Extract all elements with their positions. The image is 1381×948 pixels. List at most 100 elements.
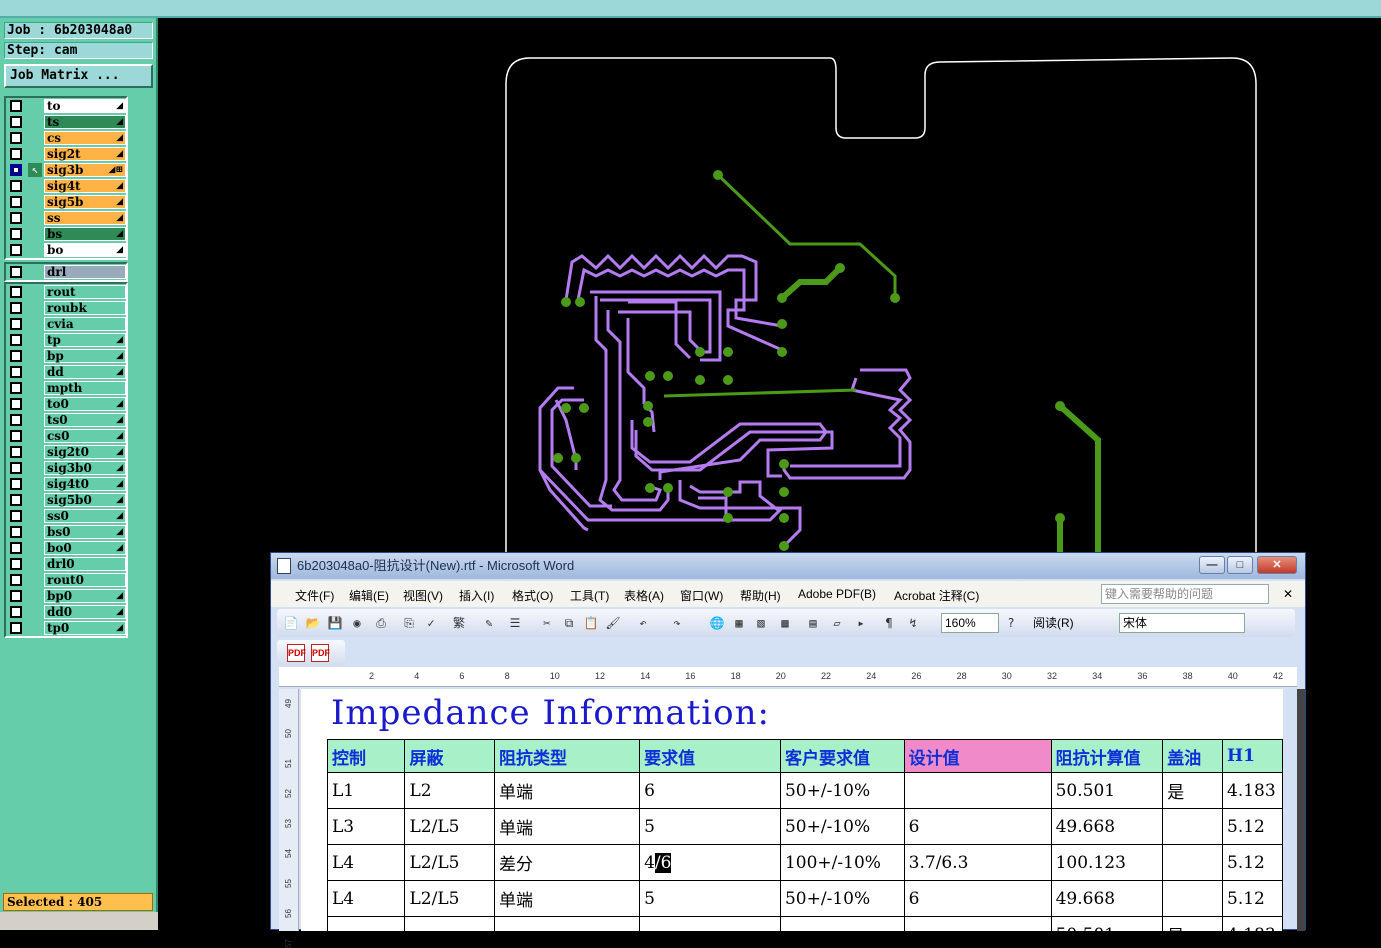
help-icon[interactable]: ? (1003, 615, 1019, 631)
table-cell[interactable]: 6 (639, 772, 781, 809)
layer-row-sig5b[interactable]: sig5b ◢ (6, 194, 126, 210)
layer-name[interactable]: tp0 ◢ (44, 621, 126, 635)
layer-row-bs0[interactable]: bs0 ◢ (6, 524, 126, 540)
thesaurus-icon[interactable]: ☰ (507, 615, 523, 631)
layer-checkbox[interactable] (10, 558, 22, 570)
table-cell[interactable] (1162, 844, 1224, 881)
table-cell[interactable]: 50.501 (1050, 916, 1164, 931)
layer-checkbox[interactable] (10, 334, 22, 346)
drawing-icon[interactable]: ▱ (829, 615, 845, 631)
table-cell[interactable]: 50.501 (1050, 772, 1164, 809)
layer-name[interactable]: drl0 (44, 557, 126, 571)
layer-row-dd0[interactable]: dd0 ◢ (6, 604, 126, 620)
layer-name[interactable]: sig5b ◢ (44, 195, 126, 209)
layer-row-cs0[interactable]: cs0 ◢ (6, 428, 126, 444)
table-cell[interactable] (639, 916, 781, 931)
document-map-icon[interactable]: ▸ (853, 615, 869, 631)
layer-row-drl[interactable]: drl (6, 264, 126, 280)
layer-checkbox[interactable] (10, 100, 22, 112)
traditional-chinese-icon[interactable]: 繁 (451, 615, 467, 631)
research-icon[interactable]: ✎ (481, 615, 497, 631)
layer-name[interactable]: cs ◢ (44, 131, 126, 145)
layer-name[interactable]: ss0 ◢ (44, 509, 126, 523)
layer-row-bo0[interactable]: bo0 ◢ (6, 540, 126, 556)
print-icon[interactable]: ⎙ (373, 615, 389, 631)
layer-name[interactable]: bp0 ◢ (44, 589, 126, 603)
table-cell[interactable]: 49.668 (1050, 808, 1164, 845)
table-header-cell[interactable]: 要求值 (639, 739, 781, 773)
table-cell[interactable] (494, 916, 641, 931)
insert-excel-icon[interactable]: ▩ (777, 615, 793, 631)
layer-name[interactable]: mpth (44, 381, 126, 395)
layer-row-sig4t0[interactable]: sig4t0 ◢ (6, 476, 126, 492)
layer-name[interactable]: tp ◢ (44, 333, 126, 347)
cut-icon[interactable]: ✂ (539, 615, 555, 631)
layer-row-bs[interactable]: bs ◢ (6, 226, 126, 242)
layer-checkbox[interactable] (10, 350, 22, 362)
layer-row-sig2t0[interactable]: sig2t0 ◢ (6, 444, 126, 460)
table-cell[interactable]: 5 (639, 808, 781, 845)
menu-edit[interactable]: 编辑(E) (349, 587, 389, 604)
layer-name[interactable]: cs0 ◢ (44, 429, 126, 443)
layer-name[interactable]: ts0 ◢ (44, 413, 126, 427)
layer-row-rout0[interactable]: rout0 (6, 572, 126, 588)
table-cell[interactable]: 5.12 (1222, 880, 1283, 917)
table-cell[interactable] (1162, 880, 1224, 917)
read-button[interactable]: 阅读(R) (1033, 614, 1074, 631)
table-header-cell[interactable]: 客户要求值 (779, 739, 905, 773)
menu-acrobat-comments[interactable]: Acrobat 注释(C) (894, 587, 979, 604)
layer-checkbox[interactable] (10, 510, 22, 522)
close-button[interactable]: ✕ (1257, 556, 1297, 574)
layer-checkbox[interactable] (10, 148, 22, 160)
layer-name[interactable]: cvia (44, 317, 126, 331)
layer-checkbox[interactable] (10, 196, 22, 208)
layer-row-mpth[interactable]: mpth (6, 380, 126, 396)
table-cell[interactable]: 6 (903, 880, 1052, 917)
table-header-cell[interactable]: 控制 (326, 739, 406, 773)
table-cell[interactable]: 差分 (494, 844, 641, 881)
layer-row-tp[interactable]: tp ◢ (6, 332, 126, 348)
zoom-select[interactable]: 160% (941, 613, 999, 633)
format-painter-icon[interactable]: 🖌 (605, 615, 621, 631)
layer-checkbox[interactable] (10, 462, 22, 474)
permission-icon[interactable]: ◉ (349, 615, 365, 631)
menu-file[interactable]: 文件(F) (295, 587, 334, 604)
layer-name[interactable]: bs0 ◢ (44, 525, 126, 539)
layer-row-ss[interactable]: ss ◢ (6, 210, 126, 226)
table-header-cell[interactable]: 设计值 (903, 739, 1052, 773)
convert-to-pdf-icon[interactable]: PDF (287, 644, 306, 662)
table-cell[interactable]: 单端 (494, 880, 641, 917)
undo-icon[interactable]: ↶ (635, 615, 651, 631)
menu-format[interactable]: 格式(O) (512, 587, 553, 604)
table-cell[interactable]: 单端 (494, 772, 641, 809)
horizontal-ruler[interactable]: 2 4 6 8 10 12 14 16 18 20 22 24 26 28 30 32 34 36 38 40 42 (279, 667, 1297, 687)
table-cell[interactable]: 100+/-10% (779, 844, 905, 881)
print-preview-icon[interactable]: ⎘ (401, 615, 417, 631)
layer-checkbox[interactable] (10, 244, 22, 256)
layer-name[interactable]: sig5b0 ◢ (44, 493, 126, 507)
layer-name[interactable]: bo ◢ (44, 243, 126, 257)
menu-view[interactable]: 视图(V) (403, 587, 443, 604)
layer-row-to0[interactable]: to0 ◢ (6, 396, 126, 412)
menu-window[interactable]: 窗口(W) (680, 587, 723, 604)
layer-checkbox[interactable] (10, 228, 22, 240)
layer-checkbox[interactable] (10, 302, 22, 314)
table-cell[interactable] (903, 772, 1052, 809)
layer-checkbox[interactable] (10, 622, 22, 634)
layer-checkbox[interactable] (10, 574, 22, 586)
layer-checkbox[interactable] (10, 606, 22, 618)
layer-checkbox[interactable] (10, 398, 22, 410)
table-cell[interactable]: 是 (1162, 916, 1224, 931)
copy-icon[interactable]: ⧉ (561, 615, 577, 631)
layer-row-ts[interactable]: ts ◢ (6, 114, 126, 130)
layer-row-bp0[interactable]: bp0 ◢ (6, 588, 126, 604)
layer-checkbox[interactable] (10, 212, 22, 224)
open-icon[interactable]: 📂 (305, 615, 321, 631)
show-hide-icon[interactable]: ¶ (881, 615, 897, 631)
layer-row-ts0[interactable]: ts0 ◢ (6, 412, 126, 428)
table-cell[interactable]: 50+/-10% (779, 808, 905, 845)
layer-checkbox[interactable] (10, 414, 22, 426)
layer-name[interactable]: sig2t ◢ (44, 147, 126, 161)
layer-row-roubk[interactable]: roubk (6, 300, 126, 316)
vertical-scrollbar[interactable] (1297, 689, 1305, 931)
